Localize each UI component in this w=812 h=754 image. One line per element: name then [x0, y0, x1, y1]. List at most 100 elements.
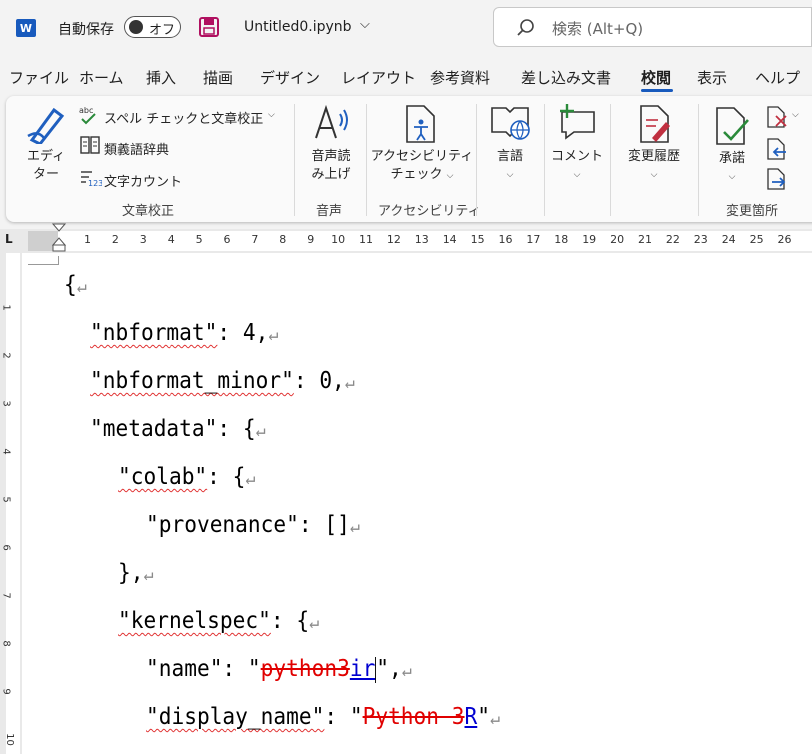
- vertical-ruler-tick-label: 9: [0, 688, 12, 695]
- vertical-ruler-tick-label: 7: [0, 592, 12, 599]
- margin-corner-mark: [28, 256, 59, 265]
- vertical-ruler-tick-label: 8: [0, 640, 12, 647]
- word-count-button[interactable]: 文字カウント: [104, 171, 182, 190]
- next-change-icon[interactable]: [766, 168, 788, 190]
- tab-help[interactable]: ヘルプ: [755, 67, 800, 88]
- language-button[interactable]: 言語 ⌵: [482, 148, 538, 184]
- vertical-ruler-tick-label: 3: [0, 400, 12, 407]
- accept-label: 承諾: [718, 151, 745, 166]
- new-comment-icon[interactable]: [558, 102, 598, 140]
- group-separator: [698, 104, 699, 216]
- editor-label-2: ター: [32, 167, 59, 182]
- json-key: "kernelspec": [118, 608, 271, 634]
- json-value: ": [477, 704, 491, 730]
- code-line-8: "kernelspec": {↵: [118, 608, 319, 634]
- tab-draw[interactable]: 描画: [203, 67, 233, 88]
- read-aloud-button[interactable]: 音声読 み上げ: [302, 148, 360, 184]
- accessibility-icon[interactable]: [404, 104, 438, 144]
- group-separator: [366, 104, 367, 216]
- ruler-tick-label: 6: [223, 233, 231, 246]
- code-line-6: "provenance": []↵: [146, 512, 360, 538]
- ruler-tick-label: 2: [111, 233, 119, 246]
- vertical-ruler-tick-label: 2: [0, 352, 12, 359]
- chevron-down-icon[interactable]: ⌵: [268, 110, 275, 120]
- ruler-tick-label: 7: [251, 233, 259, 246]
- language-label: 言語: [496, 149, 523, 164]
- read-aloud-icon[interactable]: [312, 104, 352, 142]
- ruler-tick-label: 25: [749, 233, 764, 246]
- paragraph-mark: ↵: [76, 276, 87, 297]
- comment-button[interactable]: コメント ⌵: [546, 148, 608, 184]
- chevron-down-icon[interactable]: ⌵: [792, 110, 799, 120]
- line-text: {: [64, 272, 77, 298]
- ruler-tick-label: 22: [665, 233, 680, 246]
- tab-insert[interactable]: 挿入: [146, 67, 176, 88]
- ruler-tick-label: 14: [442, 233, 457, 246]
- line-text: },: [118, 560, 144, 586]
- group-label-proofing: 文章校正: [122, 204, 175, 219]
- editor-pen-icon[interactable]: [24, 104, 68, 144]
- tab-references[interactable]: 参考資料: [430, 67, 490, 88]
- code-line-10: "display_name": "Python 3R"↵: [146, 704, 500, 730]
- code-line-3: "nbformat_minor": 0,↵: [90, 368, 355, 394]
- ruler-tick-label: 11: [359, 233, 373, 246]
- group-separator: [294, 104, 295, 216]
- ruler-tick-label: 3: [139, 233, 147, 246]
- language-icon[interactable]: [490, 104, 532, 142]
- autosave-label: 自動保存: [58, 22, 114, 38]
- chevron-down-icon[interactable]: ⌵: [360, 17, 370, 32]
- line-text: "metadata": {: [90, 416, 256, 442]
- ruler-tick-label: 20: [610, 233, 625, 246]
- search-placeholder: 検索 (Alt+Q): [552, 20, 644, 38]
- read-aloud-label-2: み上げ: [311, 167, 351, 182]
- svg-text:abc: abc: [79, 106, 93, 115]
- deleted-text[interactable]: python3: [261, 656, 350, 682]
- vertical-ruler[interactable]: [6, 253, 20, 754]
- accessibility-check-button[interactable]: アクセシビリティ チェック ⌵: [370, 148, 474, 185]
- thesaurus-button[interactable]: 類義語辞典: [104, 139, 169, 158]
- tab-file[interactable]: ファイル: [9, 67, 69, 88]
- paragraph-mark: ↵: [255, 420, 266, 441]
- track-changes-icon[interactable]: [638, 104, 672, 144]
- document-filename[interactable]: Untitled0.ipynb: [244, 19, 352, 35]
- read-aloud-label-1: 音声読: [311, 149, 351, 164]
- chevron-down-icon: ⌵: [446, 171, 454, 181]
- spell-check-button[interactable]: スペル チェックと文章校正: [104, 108, 263, 127]
- accessibility-label-2: チェック: [390, 167, 443, 182]
- json-key: "name": ": [146, 656, 261, 682]
- tab-view[interactable]: 表示: [697, 67, 727, 88]
- search-input[interactable]: 検索 (Alt+Q): [493, 7, 812, 47]
- tab-selector[interactable]: L: [5, 232, 13, 246]
- tab-mailings[interactable]: 差し込み文書: [521, 67, 611, 88]
- tab-home[interactable]: ホーム: [79, 67, 124, 88]
- previous-change-icon[interactable]: [766, 138, 788, 160]
- vertical-ruler-tick-label: 1: [0, 304, 12, 311]
- ruler-tick-label: 5: [195, 233, 203, 246]
- inserted-text[interactable]: ir: [350, 656, 375, 682]
- json-value: : {: [207, 464, 246, 490]
- save-icon[interactable]: [199, 17, 219, 37]
- autosave-toggle[interactable]: オフ: [124, 16, 181, 38]
- tab-layout[interactable]: レイアウト: [341, 67, 416, 88]
- ruler-tick-label: 4: [167, 233, 175, 246]
- tab-design[interactable]: デザイン: [260, 67, 320, 88]
- reject-icon[interactable]: [766, 106, 788, 128]
- paragraph-mark: ↵: [349, 516, 360, 537]
- word-app-icon: W: [16, 19, 36, 37]
- inserted-text[interactable]: R: [465, 704, 478, 730]
- track-changes-button[interactable]: 変更履歴 ⌵: [612, 148, 696, 184]
- tab-review[interactable]: 校閲: [641, 67, 671, 88]
- editor-button[interactable]: エディ ター: [22, 148, 70, 184]
- paragraph-mark: ↵: [344, 372, 355, 393]
- indent-marker-icon[interactable]: [52, 223, 66, 253]
- ruler-tick-label: 1: [84, 233, 91, 246]
- accept-button[interactable]: 承諾 ⌵: [706, 150, 758, 186]
- group-separator: [476, 104, 477, 216]
- vertical-ruler-tick-label: 5: [0, 496, 12, 503]
- search-icon: [517, 19, 534, 36]
- deleted-text[interactable]: Python 3: [363, 704, 465, 730]
- accept-icon[interactable]: [714, 106, 750, 146]
- vertical-ruler-tick-label: 6: [0, 544, 12, 551]
- vertical-ruler-tick-label: 4: [0, 448, 12, 455]
- paragraph-mark: ↵: [401, 660, 412, 681]
